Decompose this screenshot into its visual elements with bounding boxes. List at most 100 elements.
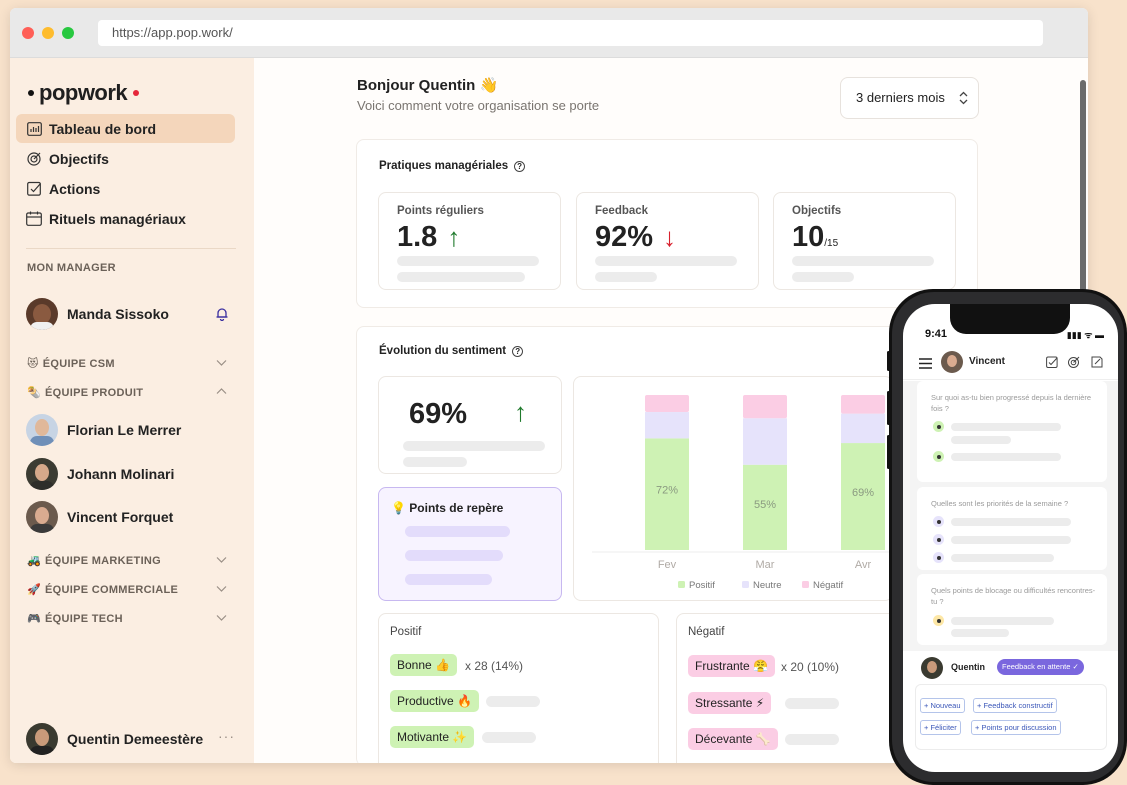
tag-positive[interactable]: Productive 🔥 [390, 690, 479, 712]
brand-logo[interactable]: popwork [28, 80, 140, 106]
tag-positive[interactable]: Bonne 👍 [390, 654, 457, 676]
bar-data-label: 72% [656, 485, 678, 497]
sidebar-nav: Tableau de bord Objectifs Actions Rituel… [16, 114, 235, 234]
notification-bell-icon[interactable] [215, 307, 229, 322]
sidebar-divider [26, 248, 236, 249]
bar-négatif-fev [645, 395, 689, 413]
new-button[interactable]: + Nouveau [920, 698, 965, 713]
team-member-name: Johann Molinari [67, 466, 175, 482]
phone-question: Quels points de blocage ou difficultés r… [931, 586, 1096, 606]
team-label: ÉQUIPE MARKETING [45, 554, 162, 567]
help-icon[interactable]: ? [514, 160, 526, 172]
sidebar-item-dashboard[interactable]: Tableau de bord [16, 114, 235, 143]
phone-screen: 9:41 ▮▮▮ ᯤ ▬ Vincent Sur quoi as-tu bien… [903, 304, 1118, 772]
chevron-down-icon[interactable] [216, 357, 227, 371]
placeholder-bar [397, 256, 539, 266]
positive-tags-card: Positif Bonne 👍 x 28 (14%) Productive 🔥 … [378, 613, 659, 763]
bar-data-label: 55% [754, 499, 776, 511]
checkbox-icon [26, 181, 42, 197]
legend-swatch [742, 581, 749, 588]
minimize-window-button[interactable] [42, 27, 54, 39]
url-bar[interactable]: https://app.pop.work/ [98, 20, 1043, 46]
tag-positive[interactable]: Motivante ✨ [390, 726, 475, 748]
chevron-down-icon[interactable] [216, 554, 227, 568]
sentiment-title-text: Évolution du sentiment [379, 345, 507, 357]
target-icon[interactable] [1068, 355, 1080, 373]
more-options-icon[interactable]: ··· [218, 728, 235, 744]
sidebar-item-actions[interactable]: Actions [16, 174, 235, 203]
tag-negative[interactable]: Frustrante 😤 [688, 655, 775, 677]
team-label: ÉQUIPE TECH [45, 612, 123, 625]
trend-down-icon: ↓ [663, 222, 677, 252]
kpi-card-regular-points[interactable]: Points réguliers 1.8 ↑ [378, 192, 561, 290]
team-marketing[interactable]: 🚜 ÉQUIPE MARKETING [27, 554, 227, 567]
placeholder-bar [951, 536, 1071, 544]
bullet-icon [933, 615, 944, 626]
phone-body: Sur quoi as-tu bien progressé depuis la … [903, 381, 1118, 651]
negative-title: Négatif [688, 626, 725, 638]
bar-négatif-avr [841, 395, 885, 414]
constructive-feedback-button[interactable]: + Feedback constructif [973, 698, 1057, 713]
team-member-item[interactable]: Florian Le Merrer [26, 414, 181, 446]
current-user-item[interactable]: Quentin Demeestère [26, 723, 203, 755]
kpi-value-row: 1.8 ↑ [397, 221, 460, 254]
sidebar: popwork Tableau de bord Objectifs Action… [10, 58, 254, 763]
placeholder-bar [595, 256, 737, 266]
sidebar-item-label: Objectifs [49, 150, 109, 167]
kpi-card-objectives[interactable]: Objectifs 10 /15 [773, 192, 956, 290]
maximize-window-button[interactable] [62, 27, 74, 39]
phone-user-name: Vincent [969, 356, 1005, 367]
team-member-item[interactable]: Vincent Forquet [26, 501, 173, 533]
note-edit-icon[interactable] [1091, 355, 1103, 373]
team-label: ÉQUIPE COMMERCIALE [45, 583, 179, 596]
phone-side-button [887, 351, 890, 371]
sidebar-item-objectives[interactable]: Objectifs [16, 144, 235, 173]
congratulate-button[interactable]: + Féliciter [920, 720, 961, 735]
chevron-up-icon[interactable] [216, 386, 227, 400]
tag-negative[interactable]: Stressante ⚡ [688, 692, 772, 714]
phone-status-icons: ▮▮▮ ᯤ ▬ [1066, 330, 1104, 340]
team-member-name: Vincent Forquet [67, 509, 174, 525]
feedback-pending-badge[interactable]: Feedback en attente ✓ [997, 659, 1084, 675]
practices-title: Pratiques managériales ? [379, 160, 526, 172]
legend-label: Positif [689, 580, 715, 591]
chevron-down-icon[interactable] [216, 612, 227, 626]
sidebar-item-rituals[interactable]: Rituels managériaux [16, 204, 235, 233]
kpi-label: Objectifs [792, 205, 842, 217]
checkbox-icon[interactable] [1046, 355, 1058, 373]
placeholder-bar [792, 256, 934, 266]
placeholder-bar [951, 423, 1061, 431]
avatar [26, 501, 58, 533]
placeholder-bar [951, 436, 1011, 444]
team-produit[interactable]: 🌯 ÉQUIPE PRODUIT [27, 386, 227, 399]
kpi-card-feedback[interactable]: Feedback 92% ↓ [576, 192, 759, 290]
landmarks-card[interactable]: 💡 Points de repère [378, 487, 562, 601]
placeholder-bar [405, 550, 503, 561]
tag-count: x 28 (14%) [465, 659, 524, 673]
tag-negative[interactable]: Décevante 🦴 [688, 728, 778, 750]
chevron-down-icon[interactable] [216, 583, 227, 597]
period-select[interactable]: 3 derniers mois [840, 77, 979, 119]
team-csm[interactable]: 😻 ÉQUIPE CSM [27, 357, 227, 370]
phone-header: Vincent [903, 344, 1118, 380]
team-member-item[interactable]: Johann Molinari [26, 458, 174, 490]
avatar [26, 458, 58, 490]
bullet-icon [933, 451, 944, 462]
brand-name: popwork [39, 80, 128, 105]
manager-item[interactable]: Manda Sissoko [26, 298, 169, 330]
close-window-button[interactable] [22, 27, 34, 39]
bullet-icon [933, 421, 944, 432]
trend-up-icon: ↑ [514, 397, 527, 427]
help-icon[interactable]: ? [512, 345, 524, 357]
main-scrollbar[interactable] [1080, 80, 1086, 310]
team-commerciale[interactable]: 🚀 ÉQUIPE COMMERCIALE [27, 583, 227, 596]
page-title: Bonjour Quentin 👋 [357, 77, 499, 94]
kpi-label: Points réguliers [397, 205, 484, 217]
phone-question: Quelles sont les priorités de la semaine… [931, 499, 1069, 508]
team-tech[interactable]: 🎮 ÉQUIPE TECH [27, 612, 227, 625]
discussion-points-button[interactable]: + Points pour discussion [971, 720, 1061, 735]
bar-négatif-mar [743, 395, 787, 419]
legend-label: Négatif [813, 580, 843, 591]
hamburger-menu-icon[interactable] [919, 356, 932, 374]
sentiment-title: Évolution du sentiment ? [379, 345, 524, 357]
